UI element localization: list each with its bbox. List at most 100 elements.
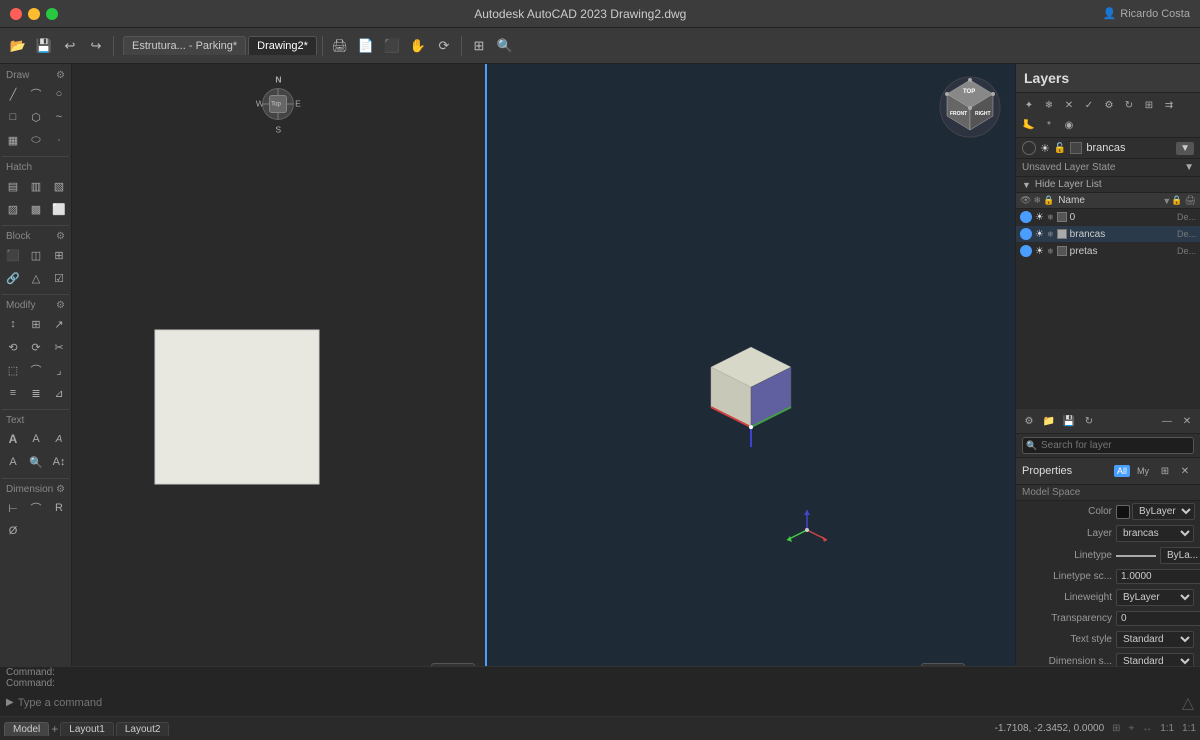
linetype-scale-input[interactable]: [1116, 569, 1200, 584]
nav-cube[interactable]: TOP FRONT RIGHT: [935, 72, 1005, 145]
draw-settings-icon[interactable]: ⚙: [56, 70, 65, 81]
hatch-btn-5[interactable]: ▩: [25, 198, 47, 220]
modify-settings-icon[interactable]: ⚙: [56, 300, 65, 311]
layer-filter-btn[interactable]: ⊞: [1140, 96, 1158, 114]
hatch-btn-1[interactable]: ▤: [2, 175, 24, 197]
mirror-btn[interactable]: ⟲: [2, 336, 24, 358]
minimize-button[interactable]: [28, 8, 40, 20]
hatch-btn-2[interactable]: ▥: [25, 175, 47, 197]
color-select[interactable]: ByLayer: [1132, 503, 1195, 520]
line-tool[interactable]: ╱: [2, 83, 24, 105]
move-btn[interactable]: ↕: [2, 313, 24, 335]
block-settings-icon[interactable]: ⚙: [56, 231, 65, 242]
layout2-tab[interactable]: Layout2: [116, 722, 170, 736]
text-find-btn[interactable]: 🔍: [25, 451, 47, 473]
view-button[interactable]: ⊞: [467, 34, 491, 58]
text-edit-btn[interactable]: A: [48, 428, 70, 450]
arc-tool[interactable]: ⌒: [25, 83, 47, 105]
extend-btn[interactable]: ⬚: [2, 359, 24, 381]
circle-tool[interactable]: ○: [48, 83, 70, 105]
layer-refresh-btn[interactable]: ↻: [1120, 96, 1138, 114]
layer-walk-btn[interactable]: 🦶: [1020, 116, 1038, 134]
layer-new-frozen-btn[interactable]: ❄: [1040, 96, 1058, 114]
hatch-btn-6[interactable]: ⬜: [48, 198, 70, 220]
layer-new-btn[interactable]: ✦: [1020, 96, 1038, 114]
insert-block-btn[interactable]: ⬛: [2, 244, 24, 266]
save-button[interactable]: 💾: [32, 34, 56, 58]
zoom-button[interactable]: 🔍: [493, 34, 517, 58]
prop-icon-btn-1[interactable]: ⊞: [1156, 462, 1174, 480]
layout1-tab[interactable]: Layout1: [60, 722, 114, 736]
fillet-btn[interactable]: ⌒: [25, 359, 47, 381]
rect-tool[interactable]: □: [2, 106, 24, 128]
array-btn[interactable]: ≣: [25, 382, 47, 404]
print-button[interactable]: 🖨: [328, 34, 352, 58]
layer-isolate-btn[interactable]: ◉: [1060, 116, 1078, 134]
open-file-button[interactable]: 📂: [6, 34, 30, 58]
filter-my-btn[interactable]: My: [1134, 465, 1152, 477]
layer-row[interactable]: ☀ ❄ 0 De...: [1016, 209, 1200, 226]
text-stext-btn[interactable]: A: [25, 428, 47, 450]
lbt-btn-3[interactable]: 💾: [1060, 412, 1078, 430]
toggle-triangle-icon[interactable]: ▼: [1022, 180, 1031, 190]
viewport-left[interactable]: N S E W Top WCS +: [72, 64, 487, 688]
lbt-minimize-btn[interactable]: —: [1158, 412, 1176, 430]
rotate-btn[interactable]: ↗: [48, 313, 70, 335]
dim-radius-btn[interactable]: R: [48, 497, 70, 519]
text-scale-btn[interactable]: A↕: [48, 451, 70, 473]
unsaved-dropdown-icon[interactable]: ▼: [1184, 162, 1194, 173]
transparency-input[interactable]: [1116, 611, 1200, 626]
orbit-button[interactable]: ⟳: [432, 34, 456, 58]
linetype-select[interactable]: ByLa...: [1160, 547, 1200, 564]
lineweight-select[interactable]: ByLayer: [1116, 589, 1194, 606]
hatch-btn-4[interactable]: ▨: [2, 198, 24, 220]
undo-button[interactable]: ↩: [58, 34, 82, 58]
layer-settings-btn[interactable]: ⚙: [1100, 96, 1118, 114]
layer-dropdown-btn[interactable]: ▼: [1176, 142, 1194, 155]
hatch-btn-3[interactable]: ▧: [48, 175, 70, 197]
grid-icon[interactable]: ⊞: [1112, 723, 1120, 734]
polyline-tool[interactable]: ⬡: [25, 106, 47, 128]
block-edit-btn[interactable]: △: [25, 267, 47, 289]
window-controls[interactable]: [10, 8, 58, 20]
text-mtext-btn[interactable]: A: [2, 428, 24, 450]
layer-row[interactable]: ☀ ❄ brancas De...: [1016, 226, 1200, 243]
hide-layer-list-row[interactable]: ▼ Hide Layer List: [1016, 177, 1200, 193]
layer-current-btn[interactable]: ✓: [1080, 96, 1098, 114]
text-style-select[interactable]: Standard: [1116, 631, 1194, 648]
block-ref-btn[interactable]: ⊞: [48, 244, 70, 266]
offset-btn[interactable]: ≡: [2, 382, 24, 404]
ellipse-tool[interactable]: ⬭: [25, 129, 47, 151]
stretch-btn[interactable]: ⊿: [48, 382, 70, 404]
tab-parking[interactable]: Estrutura... - Parking*: [123, 36, 246, 55]
view3d-button[interactable]: ⬛: [380, 34, 404, 58]
lbt-btn-4[interactable]: ↻: [1080, 412, 1098, 430]
snap-icon[interactable]: ⌖: [1129, 723, 1135, 734]
spline-tool[interactable]: ~: [48, 106, 70, 128]
plot-button[interactable]: 📄: [354, 34, 378, 58]
maximize-button[interactable]: [46, 8, 58, 20]
layer-delete-btn[interactable]: ✕: [1060, 96, 1078, 114]
layer-row[interactable]: ☀ ❄ pretas De...: [1016, 243, 1200, 260]
close-button[interactable]: [10, 8, 22, 20]
viewport-right[interactable]: TOP FRONT RIGHT: [487, 64, 1015, 688]
tab-drawing2[interactable]: Drawing2*: [248, 36, 317, 55]
dim-angular-btn[interactable]: ⌒: [25, 497, 47, 519]
canvas-area[interactable]: N S E W Top WCS +: [72, 64, 1015, 688]
dimension-settings-icon[interactable]: ⚙: [56, 484, 65, 495]
block-def-btn[interactable]: ◫: [25, 244, 47, 266]
text-check-btn[interactable]: A: [2, 451, 24, 473]
lbt-btn-2[interactable]: 📁: [1040, 412, 1058, 430]
model-tab[interactable]: Model: [4, 722, 49, 736]
trim-btn[interactable]: ✂: [48, 336, 70, 358]
redo-button[interactable]: ↪: [84, 34, 108, 58]
sort-icon[interactable]: ▼: [1162, 196, 1171, 206]
ortho-icon[interactable]: ↔: [1142, 723, 1152, 734]
dim-linear-btn[interactable]: ⊢: [2, 497, 24, 519]
block-attr-btn[interactable]: 🔗: [2, 267, 24, 289]
chamfer-btn[interactable]: ⌟: [48, 359, 70, 381]
point-tool[interactable]: ·: [48, 129, 70, 151]
lbt-close-btn[interactable]: ✕: [1178, 412, 1196, 430]
search-layer-input[interactable]: [1022, 437, 1194, 454]
command-input[interactable]: [18, 697, 1178, 709]
